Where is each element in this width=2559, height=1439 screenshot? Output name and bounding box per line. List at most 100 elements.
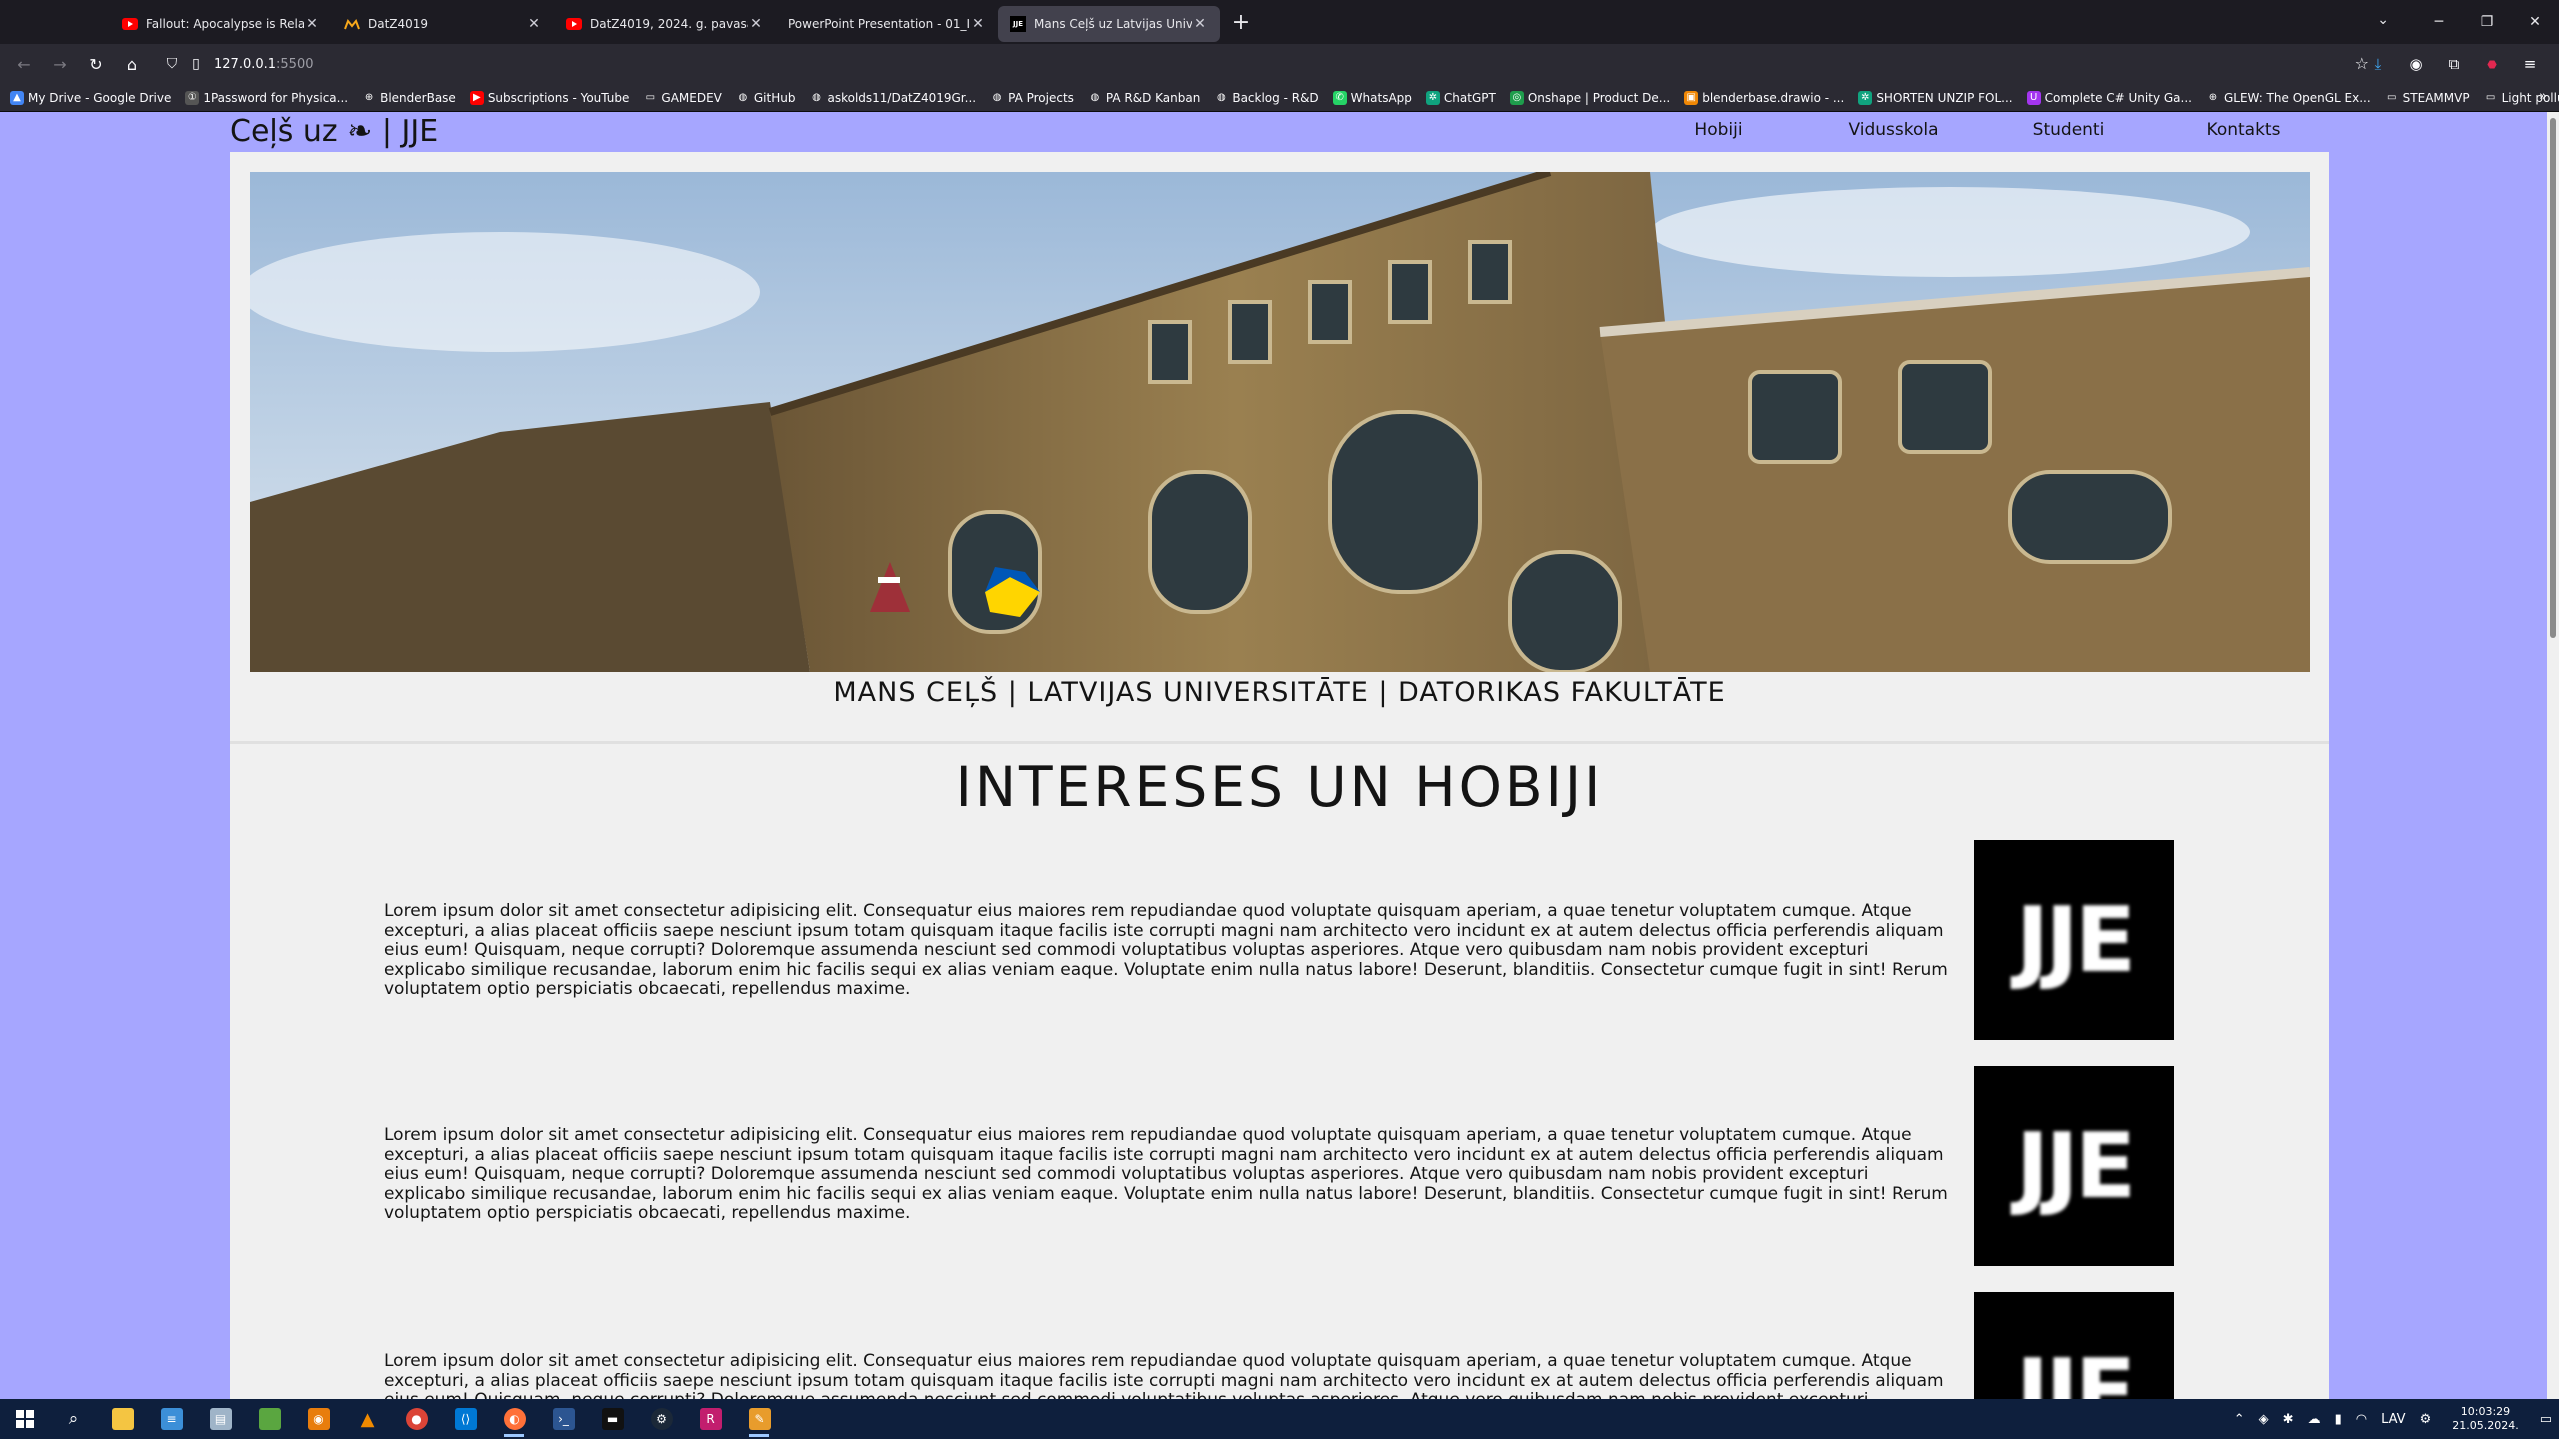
close-window-icon[interactable]: ✕ [2511, 14, 2559, 30]
tab-3[interactable]: PowerPoint Presentation - 01_Ievads ✕ [776, 6, 998, 42]
chevron-right-icon[interactable]: » [2539, 89, 2547, 104]
terminal-icon[interactable]: ▬ [588, 1399, 637, 1439]
blender-icon[interactable]: ◉ [294, 1399, 343, 1439]
settings-icon[interactable]: ⚙ [2420, 1412, 2432, 1427]
reload-icon[interactable]: ↻ [78, 55, 114, 74]
bookmark-label: 1Password for Physica... [203, 90, 349, 105]
network-icon[interactable]: ◈ [2259, 1412, 2269, 1427]
app-icon[interactable]: ✎ [735, 1399, 784, 1439]
chatgpt-icon: ✲ [1425, 90, 1440, 105]
bookmark-item[interactable]: ① 1Password for Physica... [185, 90, 349, 105]
document-icon[interactable]: ▤ [196, 1399, 245, 1439]
udemy-icon: U [2026, 90, 2041, 105]
notepad-icon[interactable]: ≡ [147, 1399, 196, 1439]
bookmark-item[interactable]: ✲ SHORTEN UNZIP FOL... [1858, 90, 2013, 105]
browser-nav-bar: ← → ↻ ⌂ ⛉ ▯ 127.0.0.1:5500 ☆ ⤓ ◉ ⧉ ⬣ ≡ [0, 44, 2559, 84]
shield-icon[interactable]: ⛉ [160, 56, 184, 72]
folder-icon: ▭ [643, 90, 658, 105]
url-host: 127.0.0.1 [214, 56, 277, 72]
ublock-icon[interactable]: ⬣ [2473, 58, 2511, 71]
restore-icon[interactable]: ❐ [2463, 14, 2511, 30]
hobby-image-text: JJE [2015, 887, 2136, 993]
bookmark-label: BlenderBase [380, 90, 456, 105]
url-bar[interactable]: ⛉ ▯ 127.0.0.1:5500 [160, 48, 2359, 80]
bookmark-label: askolds11/DatZ4019Gr... [827, 90, 977, 105]
close-icon[interactable]: ✕ [304, 16, 320, 32]
extensions-icon[interactable]: ⧉ [2435, 55, 2473, 73]
vlc-icon[interactable]: ▲ [343, 1399, 392, 1439]
bookmark-item[interactable]: ▭ GAMEDEV [643, 90, 722, 105]
nav-link-hobiji[interactable]: Hobiji [1631, 120, 1806, 140]
wifi-icon[interactable]: ◠ [2356, 1412, 2367, 1427]
close-icon[interactable]: ✕ [970, 16, 986, 32]
bookmark-label: GitHub [753, 90, 796, 105]
tab-0[interactable]: Fallout: Apocalypse is Relative ✕ [110, 6, 332, 42]
forward-arrow-icon[interactable]: → [42, 55, 78, 74]
notifications-icon[interactable]: ▭ [2540, 1412, 2552, 1427]
page-scrollbar[interactable] [2547, 112, 2559, 1399]
language-indicator[interactable]: LAV [2381, 1412, 2406, 1427]
firefox-icon[interactable]: ◐ [490, 1399, 539, 1439]
windows-start-icon[interactable] [0, 1399, 49, 1439]
close-icon[interactable]: ✕ [1192, 16, 1208, 32]
bookmark-item[interactable]: U Complete C# Unity Ga... [2026, 90, 2192, 105]
file-explorer-icon[interactable] [98, 1399, 147, 1439]
bookmark-item[interactable]: ✲ ChatGPT [1425, 90, 1496, 105]
folder-icon: ▭ [2384, 90, 2399, 105]
bookmark-item[interactable]: ▭Light pollution [2483, 90, 2559, 105]
tab-4[interactable]: JJE Mans Ceļš uz Latvijas Universitāti ✕ [998, 6, 1220, 42]
bookmark-item[interactable]: ▲ My Drive - Google Drive [10, 90, 171, 105]
folder-icon: ▭ [2483, 90, 2498, 105]
chevron-up-icon[interactable]: ⌃ [2234, 1412, 2245, 1427]
nav-link-kontakts[interactable]: Kontakts [2156, 120, 2331, 140]
bookmark-item[interactable]: ◎ Onshape | Product De... [1509, 90, 1671, 105]
nav-link-vidusskola[interactable]: Vidusskola [1806, 120, 1981, 140]
clock[interactable]: 10:03:29 21.05.2024. [2452, 1405, 2518, 1433]
bookmark-item[interactable]: ✆ WhatsApp [1332, 90, 1412, 105]
youtube-icon: ▶ [469, 90, 484, 105]
chrome-icon[interactable]: ● [392, 1399, 441, 1439]
chevron-down-icon[interactable]: ⌄ [2377, 12, 2389, 28]
cloud-icon[interactable]: ☁ [2308, 1412, 2321, 1427]
steam-icon[interactable]: ⚙ [637, 1399, 686, 1439]
download-icon[interactable]: ⤓ [2359, 55, 2397, 73]
minimize-icon[interactable]: ─ [2415, 14, 2463, 30]
bookmark-label: Onshape | Product De... [1527, 90, 1671, 105]
vscode-icon[interactable]: ⟨⟩ [441, 1399, 490, 1439]
nav-link-studenti[interactable]: Studenti [1981, 120, 2156, 140]
powershell-icon[interactable]: ›_ [539, 1399, 588, 1439]
back-arrow-icon[interactable]: ← [6, 55, 42, 74]
bookmark-label: Backlog - R&D [1232, 90, 1319, 105]
bookmark-item[interactable]: ◍ Backlog - R&D [1214, 90, 1319, 105]
hobby-image: JJE [1974, 840, 2174, 1040]
bookmark-item[interactable]: ▣ blenderbase.drawio - ... [1684, 90, 1844, 105]
battery-icon[interactable]: ▮ [2335, 1412, 2342, 1427]
hobby-text: Lorem ipsum dolor sit amet consectetur a… [384, 901, 1948, 999]
youtube-icon [122, 16, 138, 32]
bookmark-item[interactable]: ◍ PA Projects [990, 90, 1074, 105]
bookmark-item[interactable]: ▭ STEAMMVP [2384, 90, 2470, 105]
bookmark-item[interactable]: ⊕ BlenderBase [362, 90, 456, 105]
search-icon[interactable]: ⌕ [49, 1399, 98, 1439]
menu-icon[interactable]: ≡ [2511, 55, 2549, 73]
new-tab-button[interactable]: + [1226, 10, 1256, 35]
site-logo[interactable]: Ceļš uz ❧ | JJE [230, 114, 438, 149]
bookmark-item[interactable]: ▶ Subscriptions - YouTube [469, 90, 629, 105]
home-icon[interactable]: ⌂ [114, 55, 150, 74]
bookmark-item[interactable]: ◍ askolds11/DatZ4019Gr... [809, 90, 977, 105]
rider-icon[interactable]: R [686, 1399, 735, 1439]
bookmark-item[interactable]: ◍ GitHub [735, 90, 796, 105]
bookmark-label: ChatGPT [1443, 90, 1496, 105]
close-icon[interactable]: ✕ [748, 16, 764, 32]
bookmark-item[interactable]: ◍ PA R&D Kanban [1087, 90, 1200, 105]
bookmark-item[interactable]: ⊕ GLEW: The OpenGL Ex... [2205, 90, 2371, 105]
url-text[interactable]: 127.0.0.1:5500 [214, 57, 314, 72]
account-icon[interactable]: ◉ [2397, 55, 2435, 73]
scrollbar-thumb[interactable] [2550, 118, 2556, 638]
bluetooth-icon[interactable]: ✱ [2283, 1412, 2294, 1427]
close-icon[interactable]: ✕ [526, 16, 542, 32]
minecraft-icon[interactable] [245, 1399, 294, 1439]
hobby-image: JJE [1974, 1066, 2174, 1266]
tab-2[interactable]: DatZ4019, 2024. g. pavasaris, 6. ✕ [554, 6, 776, 42]
tab-1[interactable]: DatZ4019 ✕ [332, 6, 554, 42]
